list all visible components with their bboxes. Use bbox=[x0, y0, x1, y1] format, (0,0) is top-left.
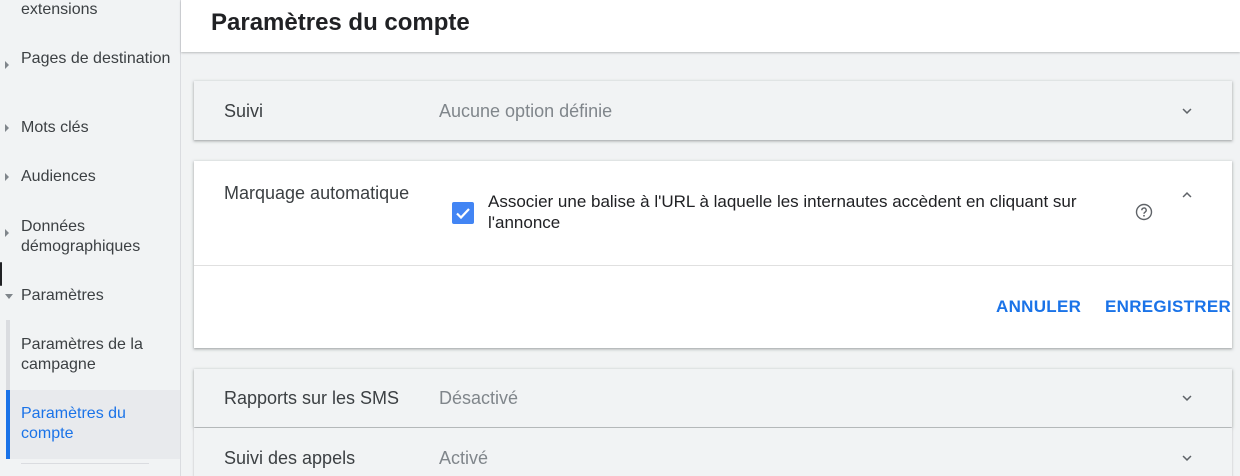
section-label: Marquage automatique bbox=[224, 183, 410, 203]
section-rapports-sms[interactable]: Rapports sur les SMS Désactivé bbox=[194, 369, 1232, 427]
sidebar-item-audiences[interactable]: Audiences bbox=[0, 167, 180, 187]
section-value: Désactivé bbox=[439, 388, 519, 408]
sidebar-item-donnees-demographiques[interactable]: Données démographiques bbox=[0, 217, 180, 257]
caret-right-icon bbox=[5, 229, 9, 237]
section-label: Rapports sur les SMS bbox=[224, 388, 400, 408]
section-suivi[interactable]: Suivi Aucune option définie bbox=[194, 81, 1232, 140]
sidebar: extensions Pages de destination Mots clé… bbox=[0, 0, 181, 476]
checkbox-label: Associer une balise à l'URL à laquelle l… bbox=[488, 192, 1077, 232]
save-button[interactable]: ENREGISTRER bbox=[1105, 297, 1231, 317]
sidebar-subitem-label: Paramètres du compte bbox=[21, 405, 126, 442]
section-value: Aucune option définie bbox=[439, 101, 613, 121]
chevron-up-icon[interactable] bbox=[1178, 186, 1196, 204]
check-icon bbox=[456, 208, 470, 220]
page-title: Paramètres du compte bbox=[211, 9, 470, 36]
scroll-handle[interactable] bbox=[0, 262, 2, 286]
section-label: Suivi des appels bbox=[224, 448, 356, 468]
chevron-down-icon[interactable] bbox=[1178, 102, 1196, 120]
auto-tagging-checkbox[interactable] bbox=[452, 202, 474, 224]
sidebar-item-extensions[interactable]: extensions bbox=[0, 0, 180, 20]
help-icon[interactable] bbox=[1135, 203, 1153, 221]
sidebar-subitem-parametres-compte[interactable]: Paramètres du compte bbox=[0, 404, 180, 444]
sidebar-item-label: Paramètres bbox=[21, 287, 104, 304]
section-marquage-automatique: Marquage automatique Associer une balise… bbox=[194, 161, 1232, 348]
sidebar-subitem-label: Paramètres de la campagne bbox=[21, 336, 143, 373]
caret-right-icon bbox=[5, 124, 9, 132]
section-suivi-appels[interactable]: Suivi des appels Activé bbox=[194, 428, 1232, 476]
caret-down-icon bbox=[5, 294, 13, 299]
chevron-down-icon[interactable] bbox=[1178, 389, 1196, 407]
chevron-down-icon[interactable] bbox=[1178, 449, 1196, 467]
sidebar-item-parametres[interactable]: Paramètres bbox=[0, 286, 180, 306]
sidebar-subitem-parametres-campagne[interactable]: Paramètres de la campagne bbox=[0, 335, 180, 375]
section-label: Suivi bbox=[224, 101, 264, 121]
caret-right-icon bbox=[5, 61, 9, 69]
sidebar-divider bbox=[21, 463, 149, 464]
sidebar-item-label: Audiences bbox=[21, 168, 96, 185]
sidebar-item-pages-de-destination[interactable]: Pages de destination bbox=[0, 49, 180, 89]
sidebar-item-label: extensions bbox=[21, 1, 98, 18]
card-divider bbox=[194, 265, 1232, 266]
page-header: Paramètres du compte bbox=[181, 0, 1240, 52]
sidebar-item-label: Pages de destination bbox=[21, 50, 171, 67]
sidebar-item-label: Mots clés bbox=[21, 119, 89, 136]
sidebar-item-label: Données démographiques bbox=[21, 218, 141, 255]
section-value: Activé bbox=[439, 448, 489, 468]
caret-right-icon bbox=[5, 173, 9, 181]
sidebar-item-mots-cles[interactable]: Mots clés bbox=[0, 118, 180, 138]
cancel-button[interactable]: ANNULER bbox=[996, 297, 1081, 317]
